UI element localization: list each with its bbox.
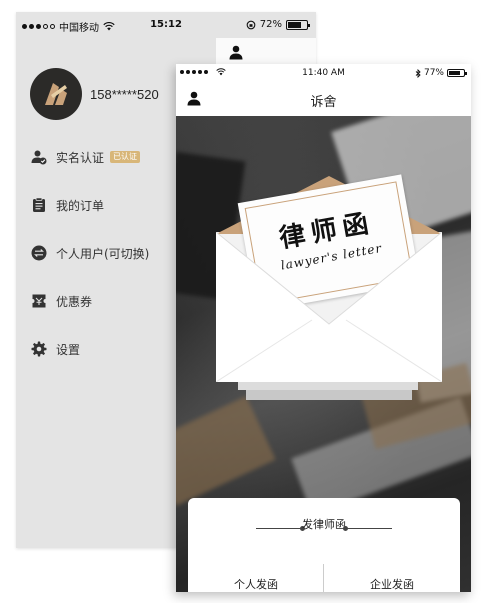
- bluetooth-icon: [415, 68, 421, 78]
- main-screen: 11:40 AM 77% 诉舍 律师函 lawyer's letter 发律师函…: [176, 64, 471, 592]
- divider: [323, 564, 324, 592]
- menu-item-verification[interactable]: 实名认证 已认证: [30, 148, 141, 166]
- user-phone-number: 158*****520: [90, 86, 159, 102]
- battery-percent: 77%: [423, 68, 444, 78]
- envelope-front: [216, 232, 442, 382]
- profile-icon[interactable]: [228, 44, 244, 60]
- battery-icon: [447, 69, 467, 77]
- menu-item-orders[interactable]: 我的订单: [30, 196, 104, 214]
- personal-letter-button[interactable]: 个人发函: [196, 572, 316, 592]
- decorative-line: [346, 528, 392, 529]
- gear-icon: [30, 340, 48, 358]
- battery-icon: [286, 19, 310, 30]
- envelope-illustration: 律师函 lawyer's letter: [216, 172, 442, 402]
- menu-item-settings[interactable]: 设置: [30, 340, 80, 358]
- menu-label: 实名认证: [56, 150, 105, 165]
- verified-badge: 已认证: [110, 151, 141, 163]
- rotation-lock-icon: [246, 20, 256, 29]
- status-bar: 中国移动 15:12 72%: [16, 12, 316, 38]
- send-letter-heading: 发律师函: [302, 518, 346, 531]
- status-bar: 11:40 AM 77%: [176, 64, 471, 82]
- battery-percent: 72%: [259, 19, 282, 30]
- menu-label: 设置: [56, 342, 81, 357]
- hero-banner: 律师函 lawyer's letter 发律师函 个人发函 企业发函: [176, 116, 471, 592]
- nav-bar: 诉舍: [176, 82, 471, 116]
- background-folder: [176, 396, 276, 506]
- menu-label: 个人用户(可切换): [56, 246, 150, 261]
- send-letter-card: 发律师函 个人发函 企业发函: [188, 498, 460, 592]
- clipboard-icon: [30, 196, 48, 214]
- menu-item-coupons[interactable]: 优惠券: [30, 292, 92, 310]
- enterprise-letter-button[interactable]: 企业发函: [332, 572, 452, 592]
- user-verified-icon: [30, 148, 48, 166]
- battery-area: 72%: [246, 19, 310, 30]
- battery-area: 77%: [415, 68, 467, 78]
- menu-label: 优惠券: [56, 294, 93, 309]
- coupon-icon: [30, 292, 48, 310]
- page-title: 诉舍: [310, 95, 337, 110]
- avatar[interactable]: [30, 68, 82, 120]
- law-firm-logo-icon: [45, 83, 67, 105]
- user-profile[interactable]: 158*****520: [30, 68, 159, 120]
- menu-label: 我的订单: [56, 198, 105, 213]
- switch-arrows-icon: [30, 244, 48, 262]
- menu-item-switch-user[interactable]: 个人用户(可切换): [30, 244, 149, 262]
